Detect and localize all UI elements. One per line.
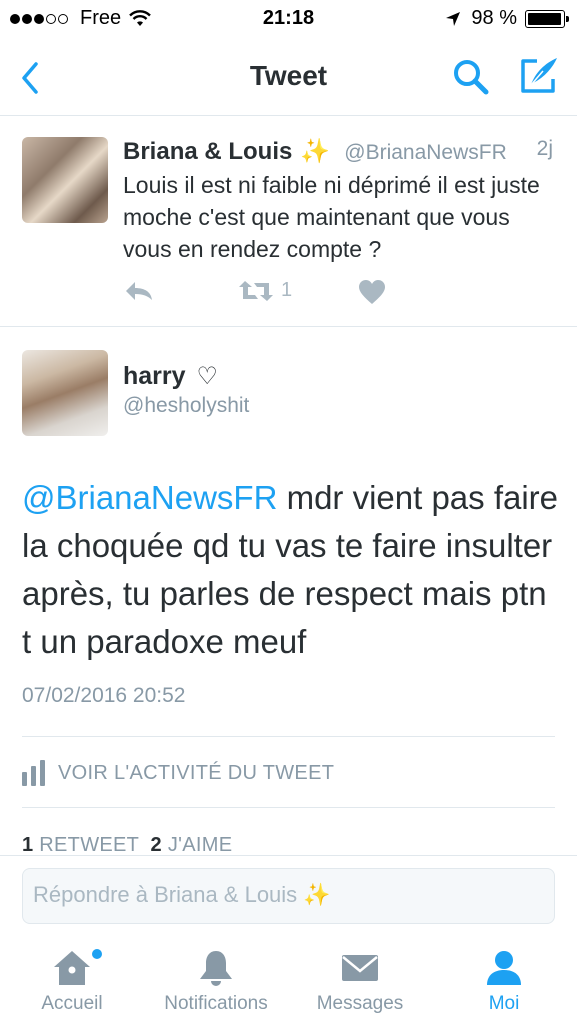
reply-input[interactable]: Répondre à Briana & Louis ✨ [22, 868, 555, 924]
tab-label: Messages [316, 993, 404, 1014]
avatar[interactable] [22, 137, 108, 223]
tweet-text: @BrianaNewsFR mdr vient pas faire la cho… [22, 474, 562, 666]
divider [22, 807, 555, 808]
tweet-timestamp: 07/02/2016 20:52 [22, 684, 186, 707]
retweet-icon[interactable] [238, 279, 274, 303]
tweet-text: Louis il est ni faible ni déprimé il est… [123, 172, 540, 262]
status-bar: Free 21:18 98 % [0, 0, 577, 40]
tab-bar: Accueil Notifications Messages Moi [0, 937, 577, 1024]
unread-dot [92, 949, 102, 959]
tweet-age: 2j [536, 137, 553, 160]
parent-tweet[interactable]: Briana & Louis ✨ @BrianaNewsFR 2j Louis … [0, 117, 577, 327]
search-icon[interactable] [451, 57, 491, 97]
tab-label: Accueil [41, 993, 103, 1014]
tab-home[interactable]: Accueil [0, 949, 144, 1024]
activity-label: VOIR L'ACTIVITÉ DU TWEET [58, 761, 335, 784]
engagement-counts: 1 RETWEET 2 J'AIME [22, 834, 232, 856]
mention-link[interactable]: @BrianaNewsFR [22, 479, 277, 516]
status-right: 98 % [445, 7, 569, 30]
tab-label: Notifications [164, 993, 268, 1014]
tweet-actions: 1 [123, 277, 423, 307]
tab-messages[interactable]: Messages [288, 949, 432, 1024]
divider [22, 736, 555, 737]
likes-count[interactable]: 2 [151, 834, 162, 856]
battery-icon [525, 9, 569, 28]
author-name[interactable]: harry [123, 362, 186, 390]
retweet-count: 1 [281, 279, 293, 301]
bar-chart-icon [22, 760, 45, 786]
navigation-bar: Tweet [0, 40, 577, 116]
parent-tweet-header: Briana & Louis ✨ @BrianaNewsFR 2j [123, 137, 563, 166]
bell-icon [200, 951, 232, 986]
likes-label[interactable]: J'AIME [168, 834, 233, 856]
retweets-label[interactable]: RETWEET [39, 834, 139, 856]
battery-percent: 98 % [471, 7, 517, 29]
retweets-count[interactable]: 1 [22, 834, 33, 856]
author-name[interactable]: Briana & Louis [123, 138, 292, 166]
reply-bar: Répondre à Briana & Louis ✨ [0, 855, 577, 937]
home-icon [54, 951, 90, 985]
author-name-line[interactable]: harry ♡ [123, 362, 218, 391]
compose-tweet-icon[interactable] [517, 55, 559, 97]
person-icon [487, 951, 521, 985]
author-handle[interactable]: @hesholyshit [123, 394, 249, 418]
sparkles-emoji: ✨ [300, 138, 331, 165]
tab-notifications[interactable]: Notifications [144, 949, 288, 1024]
author-handle: @BrianaNewsFR [344, 141, 507, 164]
location-arrow-icon [446, 11, 461, 26]
envelope-icon [342, 955, 378, 981]
avatar[interactable] [22, 350, 108, 436]
heart-icon[interactable] [358, 279, 386, 305]
view-activity-button[interactable]: VOIR L'ACTIVITÉ DU TWEET [22, 758, 334, 788]
tab-label: Moi [488, 993, 520, 1014]
tab-me[interactable]: Moi [432, 949, 576, 1024]
reply-icon[interactable] [123, 279, 155, 303]
heart-outline-symbol: ♡ [196, 363, 219, 390]
